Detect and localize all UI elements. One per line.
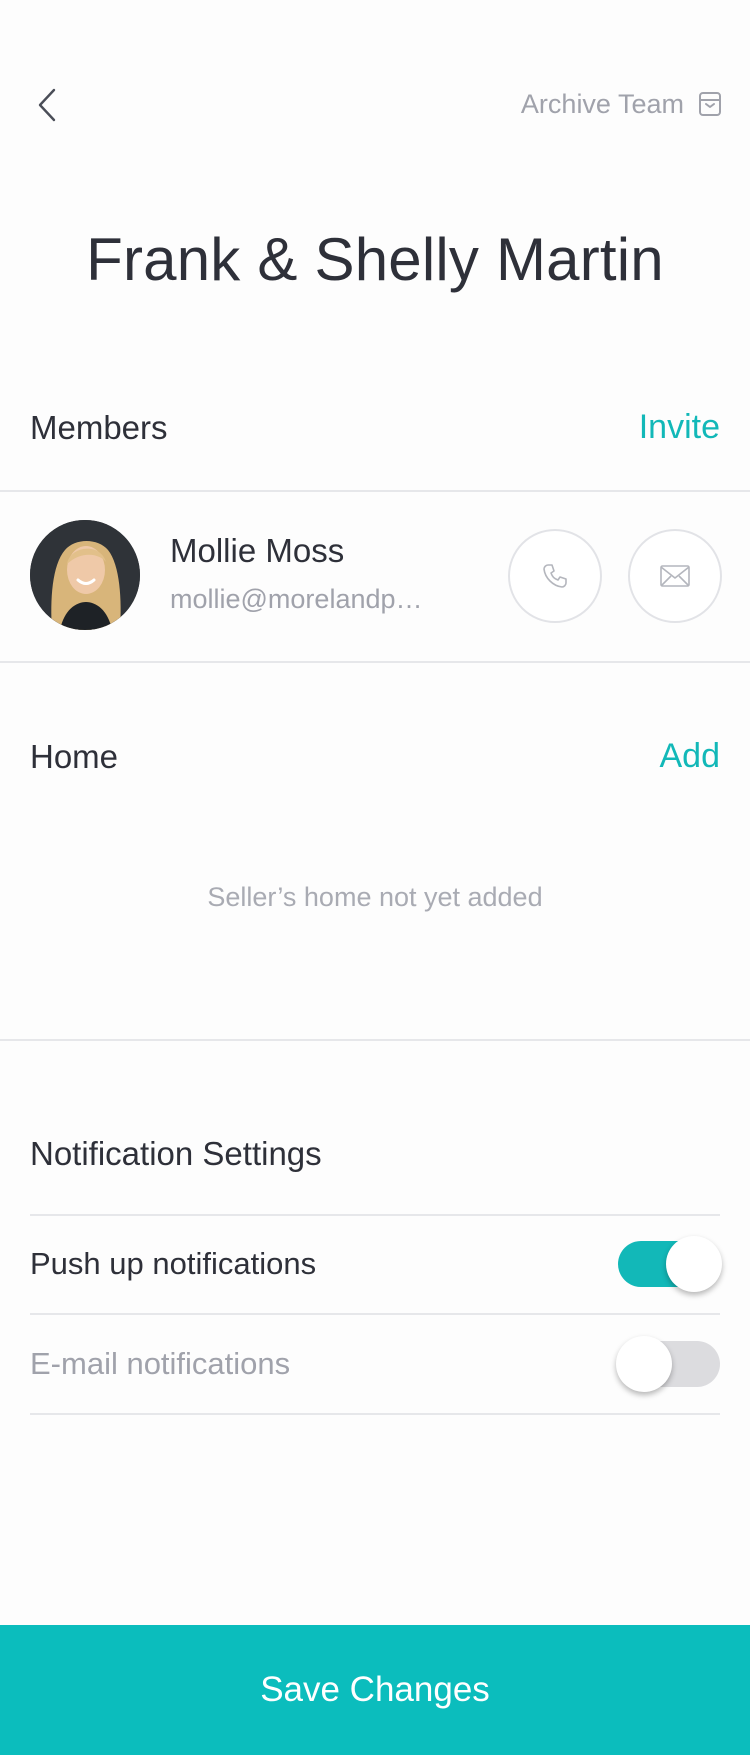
email-button[interactable] <box>628 529 722 623</box>
push-notifications-label: Push up notifications <box>30 1246 317 1281</box>
push-notifications-row: Push up notifications <box>30 1215 722 1313</box>
email-notifications-row: E-mail notifications <box>30 1315 720 1413</box>
home-header: Home Add <box>30 737 720 776</box>
divider <box>0 661 750 663</box>
email-notifications-label: E-mail notifications <box>30 1346 291 1381</box>
add-home-button[interactable]: Add <box>660 737 721 776</box>
email-notifications-toggle[interactable] <box>616 1336 720 1392</box>
archive-team-button[interactable]: Archive Team <box>521 84 722 124</box>
members-header: Members Invite <box>30 408 720 447</box>
toggle-knob <box>666 1236 722 1292</box>
member-row: Mollie Moss mollie@morelandp… <box>0 492 750 660</box>
home-empty-state: Seller’s home not yet added <box>207 882 543 912</box>
avatar <box>30 520 140 630</box>
notifications-header: Notification Settings <box>30 1135 720 1173</box>
phone-icon <box>543 564 567 588</box>
save-changes-button[interactable]: Save Changes <box>0 1625 750 1755</box>
mail-icon <box>660 565 690 587</box>
top-bar: Archive Team <box>0 0 750 200</box>
toggle-knob <box>616 1336 672 1392</box>
team-title: Frank & Shelly Martin <box>86 226 664 293</box>
members-label: Members <box>30 408 168 446</box>
push-notifications-toggle[interactable] <box>618 1236 722 1292</box>
invite-button[interactable]: Invite <box>639 408 720 447</box>
member-email: mollie@morelandp… <box>170 584 423 614</box>
archive-box-icon <box>699 92 721 116</box>
chevron-left-icon <box>38 88 56 122</box>
back-button[interactable] <box>30 80 70 130</box>
notifications-label: Notification Settings <box>30 1135 322 1172</box>
member-name: Mollie Moss <box>170 532 345 569</box>
save-changes-label: Save Changes <box>260 1670 490 1709</box>
call-button[interactable] <box>508 529 602 623</box>
archive-team-label: Archive Team <box>520 88 684 119</box>
home-label: Home <box>30 737 119 775</box>
divider <box>30 1413 720 1415</box>
divider <box>0 1039 750 1041</box>
